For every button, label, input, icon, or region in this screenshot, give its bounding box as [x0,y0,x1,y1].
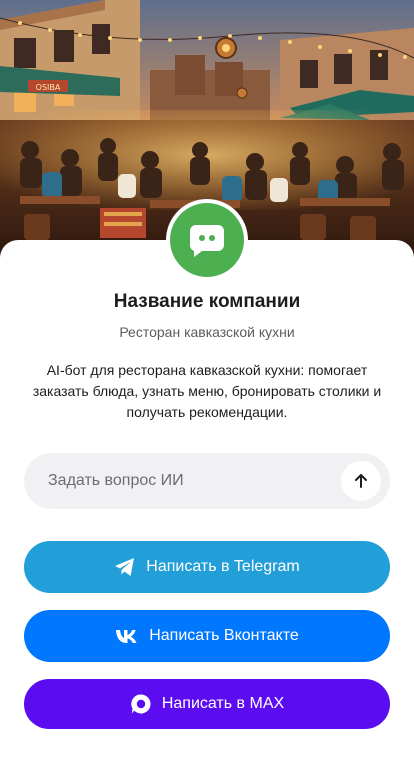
chat-bot-icon [189,225,224,257]
avatar [170,203,244,277]
ask-ai-input[interactable] [48,453,338,509]
page: OSIBA Название компании Ресторан кавказс… [0,0,414,770]
hero-sign-text: OSIBA [36,83,61,92]
company-name: Название компании [113,291,301,312]
company-description: AI-бот для ресторана кавказской кухни: п… [32,362,382,420]
company-subtitle: Ресторан кавказской кухни [119,324,295,340]
telegram-button[interactable]: Написать в Telegram [24,541,390,593]
max-icon [130,693,152,715]
ask-ai-field [24,453,390,509]
vk-button[interactable]: Написать Вконтакте [24,610,390,662]
arrow-up-icon [355,474,367,488]
telegram-button-label: Написать в Telegram [146,558,300,575]
vk-icon [115,628,139,644]
telegram-icon [114,557,136,577]
send-button[interactable] [341,461,381,501]
max-button-label: Написать в MAX [161,695,285,712]
max-button[interactable]: Написать в MAX [24,679,390,729]
vk-button-label: Написать Вконтакте [149,627,299,644]
